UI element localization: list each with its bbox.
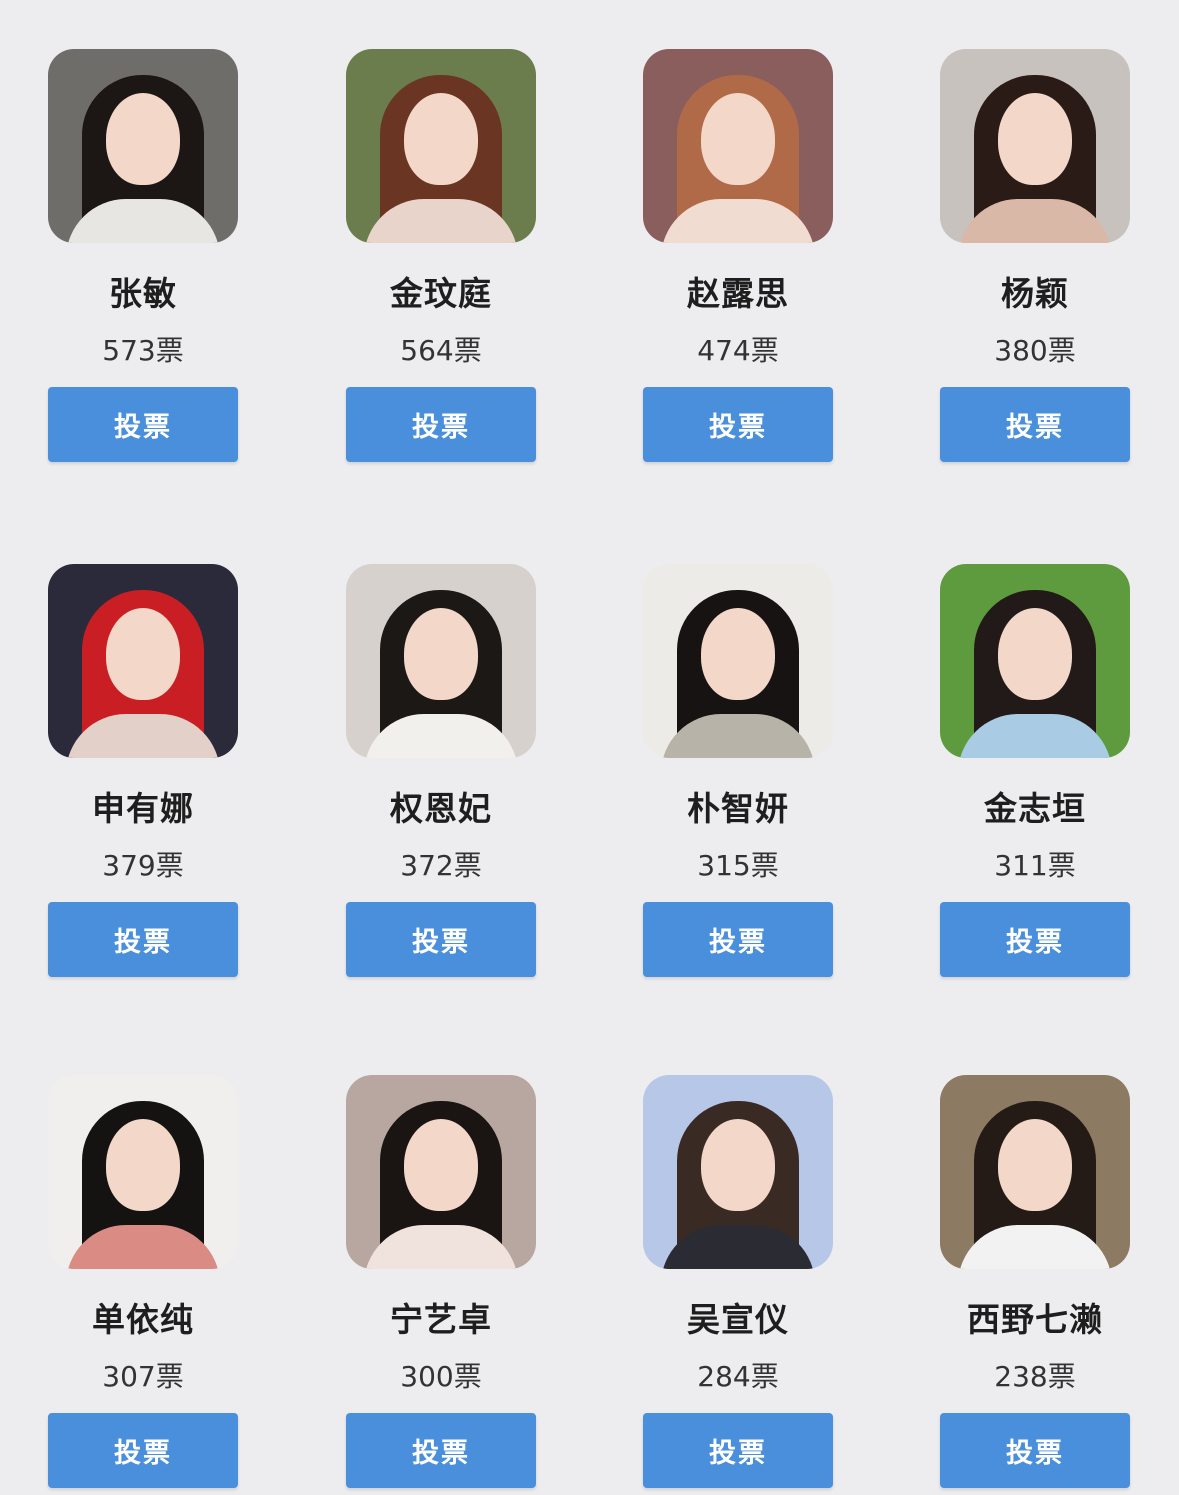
candidate-card: 金志垣 311票投票 [940, 564, 1130, 984]
vote-count: 284票 [697, 1360, 779, 1393]
photo-face [404, 93, 478, 185]
photo-face [701, 1119, 775, 1211]
vote-count: 372票 [400, 849, 482, 882]
candidate-card: 杨颖 380票投票 [940, 49, 1130, 469]
candidate-name: 权恩妃 [390, 789, 492, 828]
vote-count: 238票 [994, 1360, 1076, 1393]
candidate-name: 金玟庭 [390, 274, 492, 313]
vote-button[interactable]: 投票 [48, 902, 238, 977]
candidate-card: 张敏 573票投票 [48, 49, 238, 469]
candidate-card: 单依纯 307票投票 [48, 1075, 238, 1495]
candidate-card: 申有娜 379票投票 [48, 564, 238, 984]
vote-count: 573票 [102, 334, 184, 367]
vote-button[interactable]: 投票 [346, 387, 536, 462]
vote-button[interactable]: 投票 [346, 1413, 536, 1488]
photo-face [701, 93, 775, 185]
candidate-photo [48, 564, 238, 758]
candidate-name: 朴智妍 [687, 789, 789, 828]
photo-face [701, 608, 775, 700]
vote-button[interactable]: 投票 [940, 1413, 1130, 1488]
photo-face [998, 93, 1072, 185]
candidate-photo [48, 1075, 238, 1269]
candidate-photo [940, 564, 1130, 758]
vote-button[interactable]: 投票 [48, 1413, 238, 1488]
candidate-card: 权恩妃 372票投票 [346, 564, 536, 984]
vote-count: 311票 [994, 849, 1076, 882]
vote-count: 300票 [400, 1360, 482, 1393]
vote-button[interactable]: 投票 [940, 902, 1130, 977]
photo-face [998, 608, 1072, 700]
candidate-photo [643, 564, 833, 758]
photo-face [404, 608, 478, 700]
candidate-photo [643, 49, 833, 243]
candidate-photo [346, 49, 536, 243]
candidate-card: 朴智妍 315票投票 [643, 564, 833, 984]
candidate-name: 申有娜 [92, 789, 194, 828]
vote-count: 564票 [400, 334, 482, 367]
vote-button[interactable]: 投票 [940, 387, 1130, 462]
photo-face [106, 1119, 180, 1211]
candidate-name: 杨颖 [1001, 274, 1069, 313]
candidate-photo [643, 1075, 833, 1269]
candidate-name: 赵露思 [687, 274, 789, 313]
candidate-photo [940, 1075, 1130, 1269]
vote-count: 315票 [697, 849, 779, 882]
candidate-card: 西野七濑 238票投票 [940, 1075, 1130, 1495]
photo-face [404, 1119, 478, 1211]
candidate-card: 吴宣仪 284票投票 [643, 1075, 833, 1495]
candidate-photo [346, 564, 536, 758]
candidate-name: 西野七濑 [967, 1300, 1103, 1339]
candidate-name: 单依纯 [92, 1300, 194, 1339]
vote-count: 307票 [102, 1360, 184, 1393]
vote-button[interactable]: 投票 [643, 1413, 833, 1488]
vote-count: 380票 [994, 334, 1076, 367]
candidate-photo [48, 49, 238, 243]
candidate-name: 吴宣仪 [687, 1300, 789, 1339]
vote-count: 474票 [697, 334, 779, 367]
vote-button[interactable]: 投票 [48, 387, 238, 462]
vote-button[interactable]: 投票 [643, 387, 833, 462]
candidate-name: 宁艺卓 [390, 1300, 492, 1339]
candidate-grid: 张敏 573票 投票 金玟庭 564票 投票 赵露思 474票 投票 杨颖 380票 投票 申有娜 379… [0, 0, 1179, 1488]
vote-button[interactable]: 投票 [643, 902, 833, 977]
candidate-photo [940, 49, 1130, 243]
vote-button[interactable]: 投票 [346, 902, 536, 977]
photo-face [106, 93, 180, 185]
candidate-photo [346, 1075, 536, 1269]
candidate-card: 赵露思 474票投票 [643, 49, 833, 469]
vote-count: 379票 [102, 849, 184, 882]
candidate-name: 张敏 [109, 274, 177, 313]
candidate-card: 宁艺卓 300票投票 [346, 1075, 536, 1495]
photo-face [998, 1119, 1072, 1211]
photo-face [106, 608, 180, 700]
candidate-card: 金玟庭 564票投票 [346, 49, 536, 469]
candidate-name: 金志垣 [984, 789, 1086, 828]
